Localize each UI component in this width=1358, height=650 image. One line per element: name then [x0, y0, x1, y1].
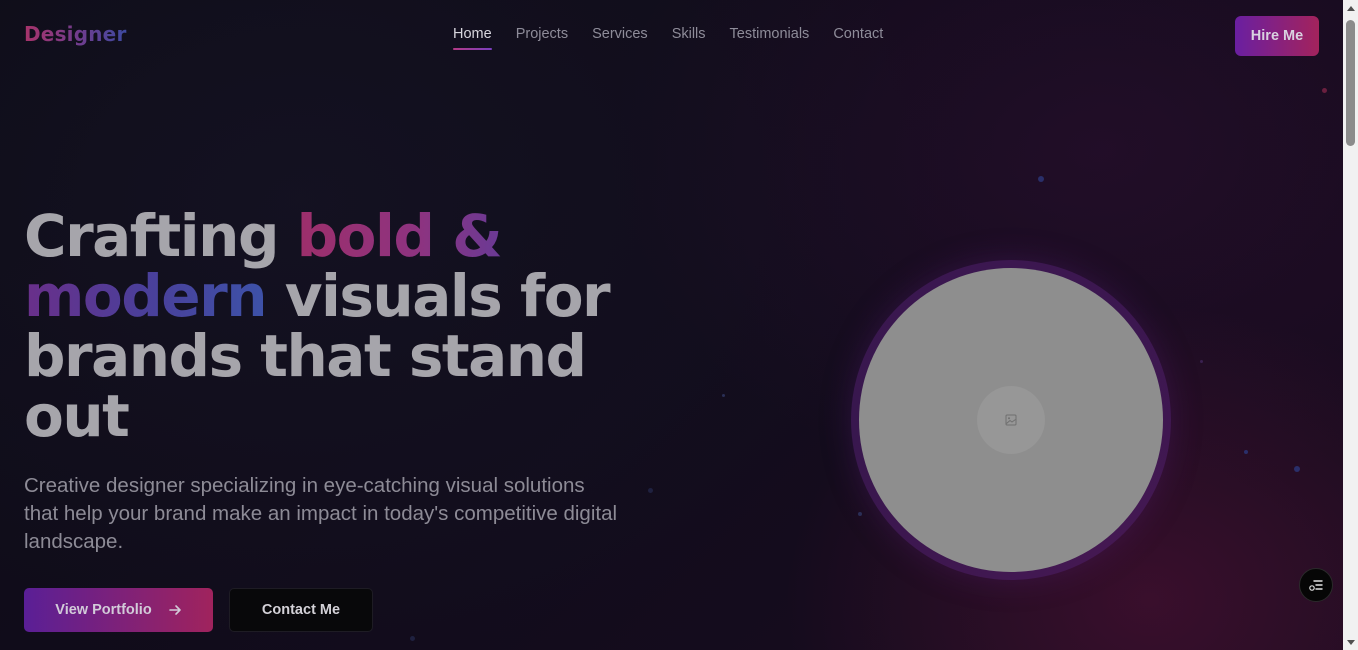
view-portfolio-label: View Portfolio: [55, 602, 152, 618]
chevron-up-icon: [1346, 5, 1355, 11]
arrow-right-icon: [168, 605, 181, 615]
nav-item-testimonials[interactable]: Testimonials: [730, 26, 810, 47]
main-nav: Home Projects Services Skills Testimonia…: [453, 26, 907, 50]
image-icon: [1005, 414, 1017, 426]
particle-dot: [410, 636, 415, 641]
scroll-down-arrow[interactable]: [1343, 635, 1358, 650]
particle-dot: [1200, 360, 1203, 363]
nav-item-home[interactable]: Home: [453, 26, 492, 50]
chevron-down-icon: [1346, 639, 1355, 645]
particle-dot: [1244, 450, 1248, 454]
hero-title-highlight-modern: modern: [24, 262, 268, 330]
contact-me-button[interactable]: Contact Me: [229, 588, 373, 632]
particle-dot: [648, 488, 653, 493]
nav-item-projects[interactable]: Projects: [516, 26, 568, 47]
hero-title-part1: Crafting: [24, 202, 297, 270]
nav-item-contact[interactable]: Contact: [833, 26, 883, 47]
view-portfolio-button[interactable]: View Portfolio: [24, 588, 213, 632]
settings-list-icon: [1309, 580, 1323, 591]
site-logo[interactable]: Designer: [24, 22, 127, 46]
page: Designer Home Projects Services Skills T…: [0, 0, 1343, 650]
hero-title-highlight-bold: bold &: [296, 202, 503, 270]
hero-subtitle: Creative designer specializing in eye-ca…: [24, 474, 618, 553]
scrollbar[interactable]: [1343, 0, 1358, 650]
particle-dot: [722, 394, 725, 397]
scrollbar-thumb[interactable]: [1346, 20, 1355, 146]
nav-item-services[interactable]: Services: [592, 26, 648, 47]
scroll-up-arrow[interactable]: [1343, 0, 1358, 15]
particle-dot: [1294, 466, 1300, 472]
hire-me-button[interactable]: Hire Me: [1235, 16, 1319, 56]
particle-dot: [858, 512, 862, 516]
particle-dot: [1038, 176, 1044, 182]
floating-widget-button[interactable]: [1299, 568, 1333, 602]
hero-title: Crafting bold & modern visuals for brands…: [24, 206, 664, 446]
nav-item-skills[interactable]: Skills: [672, 26, 706, 47]
image-placeholder: [977, 386, 1045, 454]
particle-dot: [1322, 88, 1327, 93]
